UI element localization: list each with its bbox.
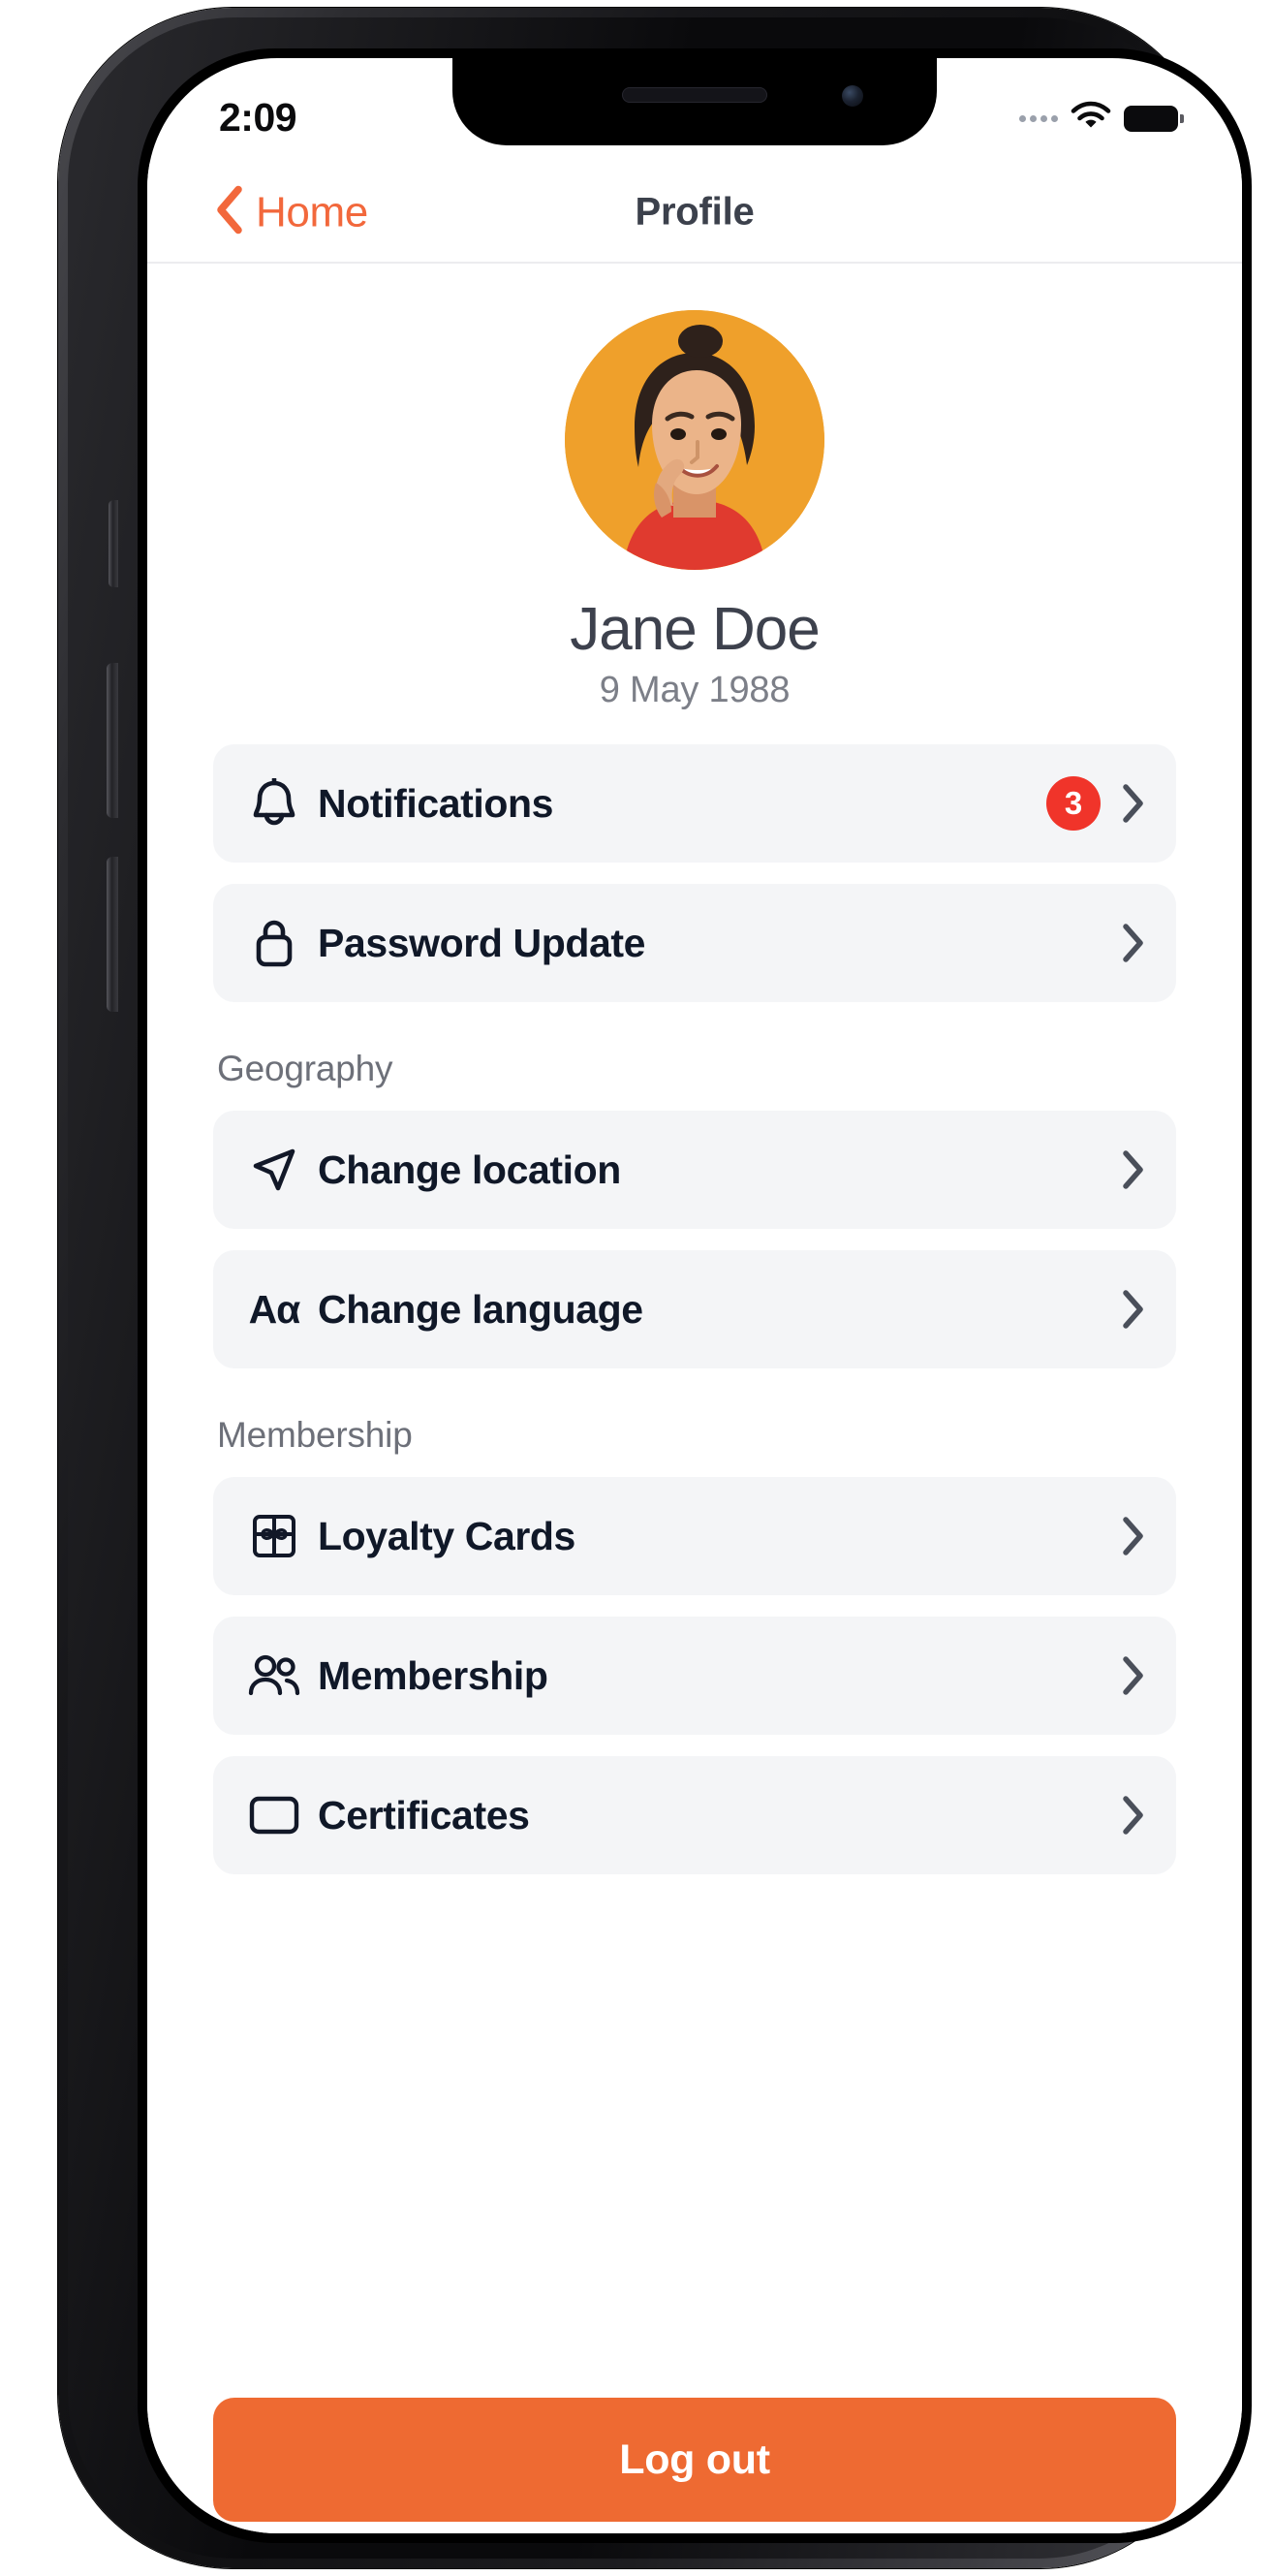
avatar[interactable]: [565, 310, 824, 570]
settings-row-label: Membership: [318, 1652, 548, 1698]
status-bar: 2:09: [147, 58, 1242, 163]
chevron-right-icon: [1122, 1289, 1145, 1330]
settings-row-certificates[interactable]: Certificates: [213, 1756, 1176, 1874]
scroll-fade-overlay: [147, 2326, 1242, 2386]
profile-birthdate: 9 May 1988: [599, 670, 791, 710]
lock-icon: [246, 918, 302, 968]
settings-row-label: Notifications: [318, 780, 554, 826]
settings-list: Notifications 3 Password Update Geograph…: [147, 744, 1242, 1874]
page-title: Profile: [635, 190, 755, 234]
app-viewport: 2:09 Home Profile Jane Doe 9 May 1988 No…: [147, 58, 1242, 2533]
chevron-right-icon: [1122, 1516, 1145, 1556]
chevron-right-icon: [1122, 923, 1145, 963]
volume-up-button[interactable]: [107, 663, 118, 818]
signal-dots-icon: [1019, 114, 1058, 122]
settings-row-change-language[interactable]: Aα Change language: [213, 1250, 1176, 1368]
back-button-label: Home: [256, 188, 368, 236]
settings-row-membership[interactable]: Membership: [213, 1617, 1176, 1735]
rectangle-icon: [246, 1796, 302, 1835]
chevron-right-icon: [1122, 1149, 1145, 1190]
navigation-arrow-icon: [246, 1147, 302, 1193]
status-bar-indicators: [1019, 101, 1184, 136]
volume-down-button[interactable]: [107, 857, 118, 1012]
chevron-left-icon: [215, 185, 244, 239]
section-header-geography: Geography: [217, 1049, 393, 1088]
logout-button[interactable]: Log out: [213, 2398, 1176, 2522]
wifi-icon: [1071, 101, 1111, 136]
navigation-bar: Home Profile: [147, 163, 1242, 264]
settings-row-label: Certificates: [318, 1792, 530, 1838]
settings-row-change-location[interactable]: Change location: [213, 1111, 1176, 1229]
avatar-container: [147, 264, 1242, 570]
settings-row-label: Loyalty Cards: [318, 1513, 575, 1558]
settings-row-label: Password Update: [318, 920, 646, 965]
settings-row-loyalty-cards[interactable]: Loyalty Cards: [213, 1477, 1176, 1595]
bell-icon: [246, 778, 302, 829]
settings-row-password-update[interactable]: Password Update: [213, 884, 1176, 1002]
profile-name: Jane Doe: [570, 596, 820, 663]
phone-frame: 2:09 Home Profile Jane Doe 9 May 1988 No…: [58, 8, 1252, 2568]
chevron-right-icon: [1122, 1655, 1145, 1696]
status-bar-clock: 2:09: [219, 95, 297, 140]
screenshot-stage: 2:09 Home Profile Jane Doe 9 May 1988 No…: [0, 0, 1273, 2576]
settings-row-label: Change language: [318, 1286, 643, 1332]
phone-screen: 2:09 Home Profile Jane Doe 9 May 1988 No…: [138, 48, 1252, 2543]
status-badge: 3: [1046, 776, 1101, 831]
users-icon: [246, 1654, 302, 1697]
back-button[interactable]: Home: [215, 185, 368, 239]
profile-scroll-area[interactable]: Jane Doe 9 May 1988 Notifications 3 Pass…: [147, 264, 1242, 2386]
gift-card-icon: [246, 1514, 302, 1558]
chevron-right-icon: [1122, 783, 1145, 824]
section-header-membership: Membership: [217, 1415, 413, 1455]
chevron-right-icon: [1122, 1795, 1145, 1836]
battery-icon: [1124, 105, 1184, 132]
aa-text-icon: Aα: [248, 1286, 301, 1332]
settings-row-label: Change location: [318, 1147, 621, 1192]
footer-bar: Log out: [147, 2386, 1242, 2533]
mute-switch-button[interactable]: [109, 500, 118, 587]
settings-row-notifications[interactable]: Notifications 3: [213, 744, 1176, 863]
